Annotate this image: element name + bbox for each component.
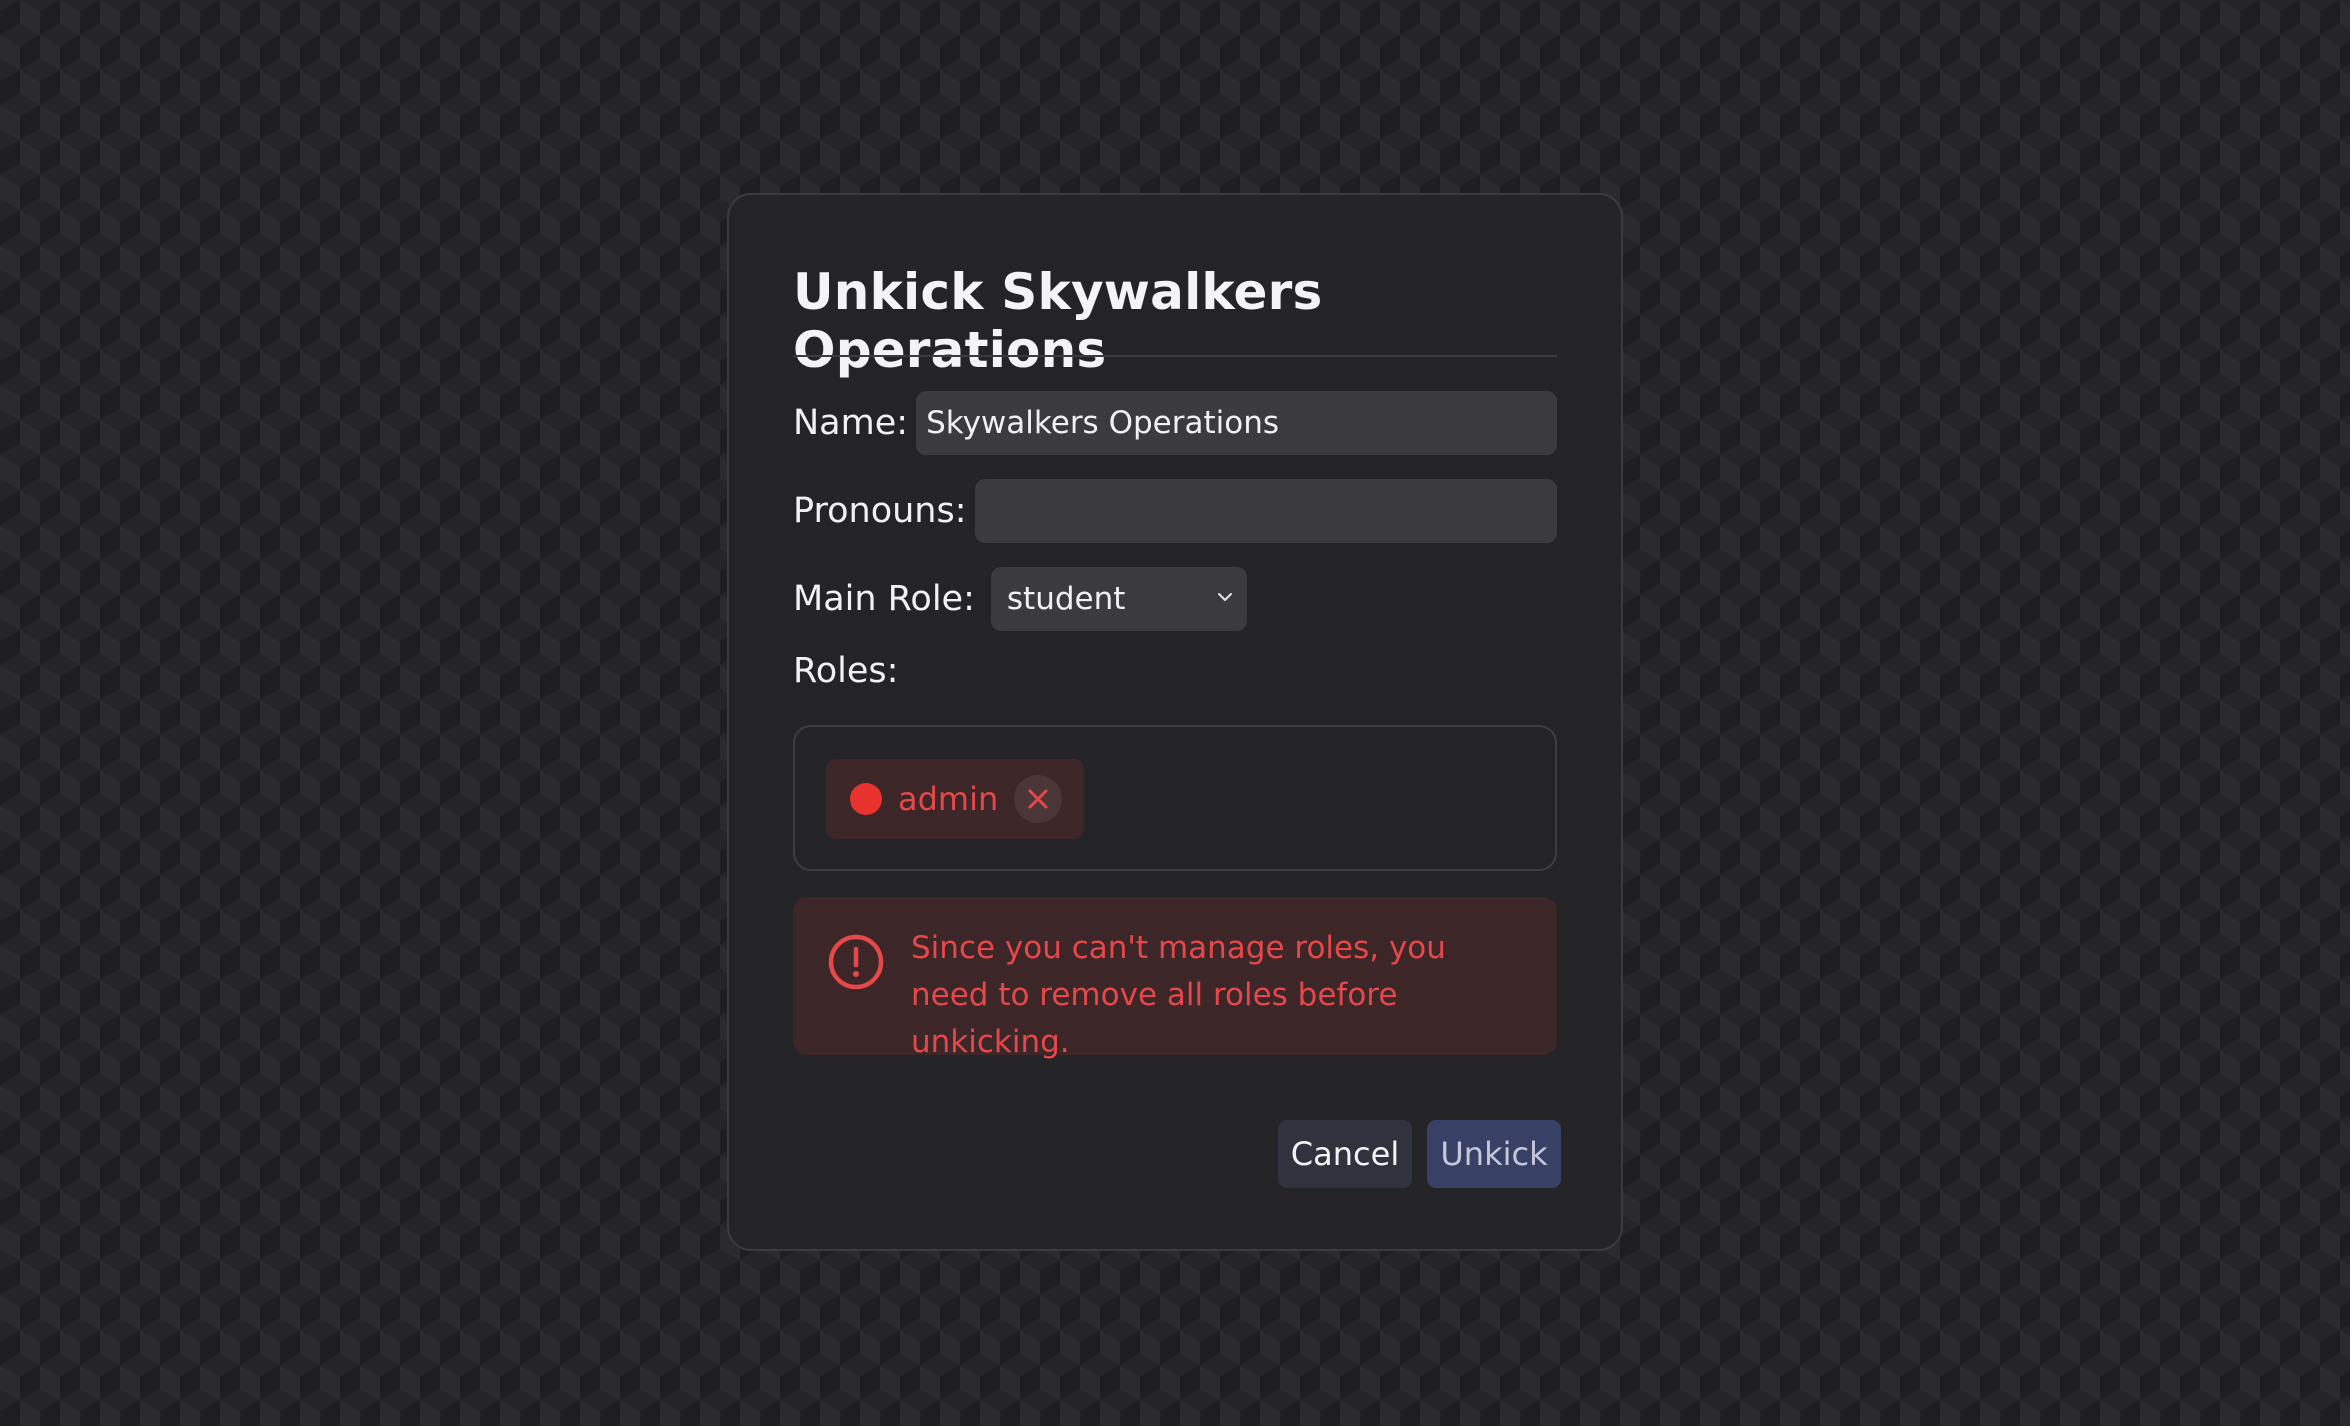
name-input[interactable] [916, 391, 1557, 455]
role-chip-admin: admin [826, 759, 1085, 839]
close-icon [1028, 789, 1048, 809]
role-color-dot [850, 783, 882, 815]
name-label: Name: [793, 403, 909, 443]
title-divider [793, 355, 1557, 357]
main-role-row: Main Role: student [793, 567, 1557, 631]
pronouns-label: Pronouns: [793, 491, 967, 531]
error-alert: Since you can't manage roles, you need t… [793, 897, 1557, 1060]
alert-message: Since you can't manage roles, you need t… [911, 930, 1446, 1060]
main-role-label: Main Role: [793, 579, 975, 619]
unkick-button[interactable]: Unkick [1427, 1120, 1561, 1188]
roles-label: Roles: [793, 651, 899, 691]
role-name: admin [898, 780, 999, 818]
roles-row: Roles: [793, 651, 1557, 691]
unkick-dialog: Unkick Skywalkers Operations Name: Prono… [727, 193, 1623, 1251]
pronouns-input[interactable] [974, 479, 1557, 543]
chevron-down-icon [1217, 593, 1232, 601]
main-role-select[interactable]: student [990, 567, 1247, 631]
main-role-selected-value: student [1006, 581, 1126, 617]
dialog-title: Unkick Skywalkers Operations [793, 263, 1323, 379]
roles-list: admin [793, 725, 1557, 871]
exclamation-circle-icon [828, 934, 884, 990]
name-row: Name: [793, 391, 1557, 455]
pronouns-row: Pronouns: [793, 479, 1557, 543]
cancel-button[interactable]: Cancel [1278, 1120, 1412, 1188]
remove-role-button[interactable] [1014, 775, 1063, 823]
